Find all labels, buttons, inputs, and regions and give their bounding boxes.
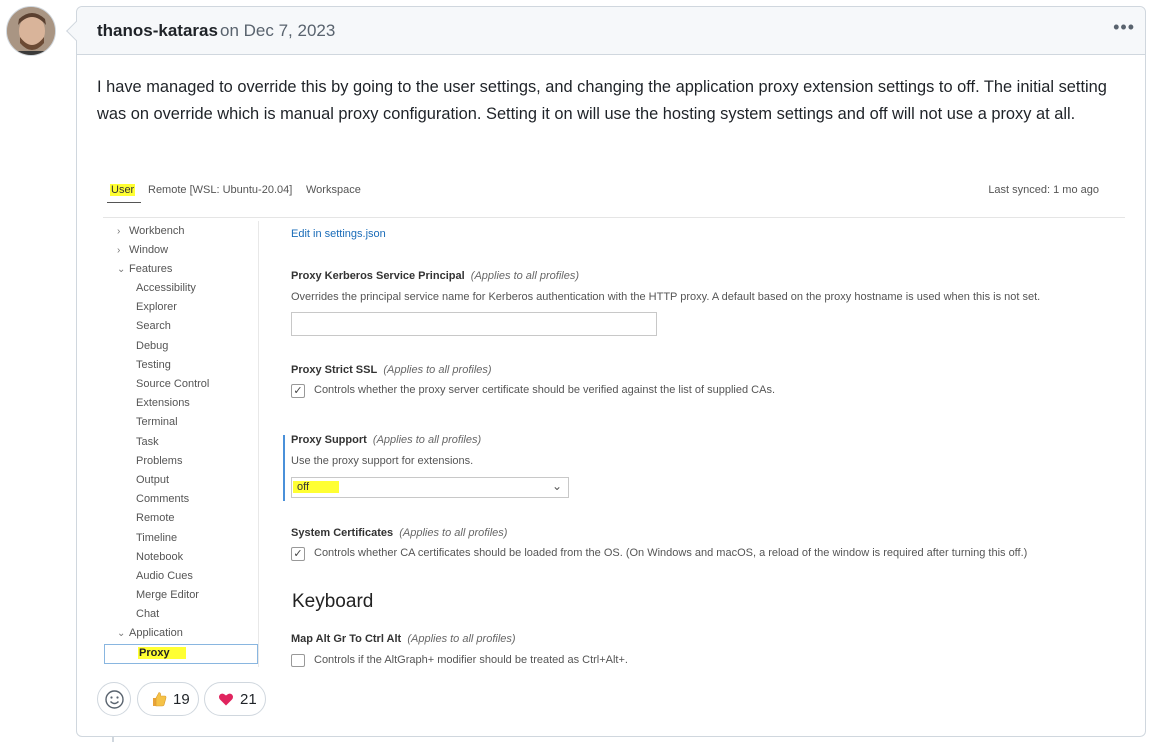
more-options-icon[interactable]: ••• [1113,17,1135,38]
proxy-support-setting-title: Proxy Support (Applies to all profiles) [291,434,481,446]
setting-scope: (Applies to all profiles) [407,633,516,645]
tree-item-window: › Window [117,244,168,256]
tab-user-underline [107,202,141,203]
checkbox-unchecked-icon [291,654,305,667]
chevron-down-icon: ⌄ [117,628,126,639]
tree-item-feature: Notebook [136,550,184,563]
tree-item-feature: Timeline [136,531,178,544]
tree-item-feature: Comments [136,493,190,506]
heart-icon [218,691,234,710]
tree-label: Workbench [129,225,185,237]
tabs-divider [103,217,1125,218]
tab-remote: Remote [WSL: Ubuntu-20.04] [148,184,293,196]
tree-item-feature: Task [136,435,159,448]
tree-item-feature: Explorer [136,301,177,314]
smiley-icon [105,690,124,709]
proxy-support-select: off ⌄ [291,477,569,498]
tree-item-feature: Testing [136,358,171,371]
tree-item-feature: Audio Cues [136,570,193,582]
tree-label: Window [129,244,169,256]
thumbs-up-count: 19 [173,691,190,708]
comment-caret [66,21,86,41]
strict-ssl-setting-description: Controls whether the proxy server certif… [314,384,776,396]
altgr-setting-description: Controls if the AltGraph+ modifier shoul… [314,654,628,666]
proxy-support-setting-description: Use the proxy support for extensions. [291,455,474,467]
comment-card: thanos-kataras on Dec 7, 2023 ••• I have… [66,6,1146,737]
tree-item-feature: Merge Editor [136,589,199,602]
setting-name: Proxy Strict SSL [291,364,378,376]
settings-tabs: User Remote [WSL: Ubuntu-20.04] Workspac… [103,177,1125,207]
edit-in-settings-json-link: Edit in settings.json [291,228,386,240]
setting-scope: (Applies to all profiles) [470,270,579,282]
chevron-down-icon: ⌄ [117,264,126,275]
tree-item-workbench: › Workbench [117,225,184,237]
setting-name: System Certificates [291,527,394,539]
altgr-setting-title: Map Alt Gr To Ctrl Alt (Applies to all p… [291,633,516,645]
comment-header: thanos-kataras on Dec 7, 2023 ••• [66,7,1145,55]
comment-body: I have managed to override this by going… [97,78,1107,123]
tree-item-feature: Problems [136,454,183,467]
setting-scope: (Applies to all profiles) [383,364,492,376]
chevron-right-icon: › [117,226,121,237]
last-synced: Last synced: 1 mo ago [988,184,1099,196]
tree-item-feature: Remote [136,512,175,525]
embedded-screenshot: User Remote [WSL: Ubuntu-20.04] Workspac… [103,177,1133,667]
strict-ssl-setting-title: Proxy Strict SSL (Applies to all profile… [291,364,492,376]
heart-reaction-button[interactable]: 21 [204,682,266,716]
tree-item-feature: Terminal [136,416,178,429]
system-certificates-setting-description: Controls whether CA certificates should … [314,547,1028,559]
tree-item-feature: Search [136,320,171,333]
chevron-down-icon: ⌄ [551,479,562,493]
focused-setting-indicator [283,435,285,501]
avatar[interactable] [6,6,56,56]
tree-label-proxy: Proxy [138,647,186,659]
system-certificates-setting-title: System Certificates (Applies to all prof… [291,527,507,539]
kerberos-setting-title: Proxy Kerberos Service Principal (Applie… [291,270,579,282]
comment-author[interactable]: thanos-kataras [97,21,218,41]
tree-item-feature: Chat [136,608,160,621]
add-reaction-button[interactable] [97,682,131,716]
chevron-right-icon: › [117,245,121,256]
checkmark-icon: ✓ [291,384,305,398]
tab-workspace: Workspace [306,184,361,196]
thumbs-up-icon [151,691,167,710]
tree-item-proxy: Proxy [104,644,258,664]
setting-name: Proxy Kerberos Service Principal [291,270,465,282]
kerberos-input [291,312,657,336]
setting-name: Map Alt Gr To Ctrl Alt [291,633,402,645]
tree-item-feature: Extensions [136,397,190,410]
tree-item-feature: Output [136,474,170,486]
tree-divider [258,221,259,667]
tree-label: Features [129,263,173,275]
user-avatar-image [7,7,55,55]
tree-item-feature: Accessibility [136,282,196,294]
tree-item-application: ⌄ Application [117,627,183,639]
tree-item-feature: Debug [136,339,169,352]
kerberos-setting-description: Overrides the principal service name for… [291,291,1041,303]
tree-item-features: ⌄ Features [117,263,172,275]
comment-date[interactable]: on Dec 7, 2023 [220,21,335,41]
thumbs-up-reaction-button[interactable]: 19 [137,682,199,716]
heart-count: 21 [240,691,257,708]
tree-label: Application [129,627,183,639]
tab-user: User [110,184,136,196]
tree-item-feature: Source Control [136,378,210,390]
setting-scope: (Applies to all profiles) [372,434,482,446]
setting-name: Proxy Support [291,434,367,446]
proxy-support-value: off [293,481,340,493]
checkmark-icon: ✓ [291,547,305,561]
setting-scope: (Applies to all profiles) [399,527,508,539]
keyboard-heading: Keyboard [292,591,374,612]
